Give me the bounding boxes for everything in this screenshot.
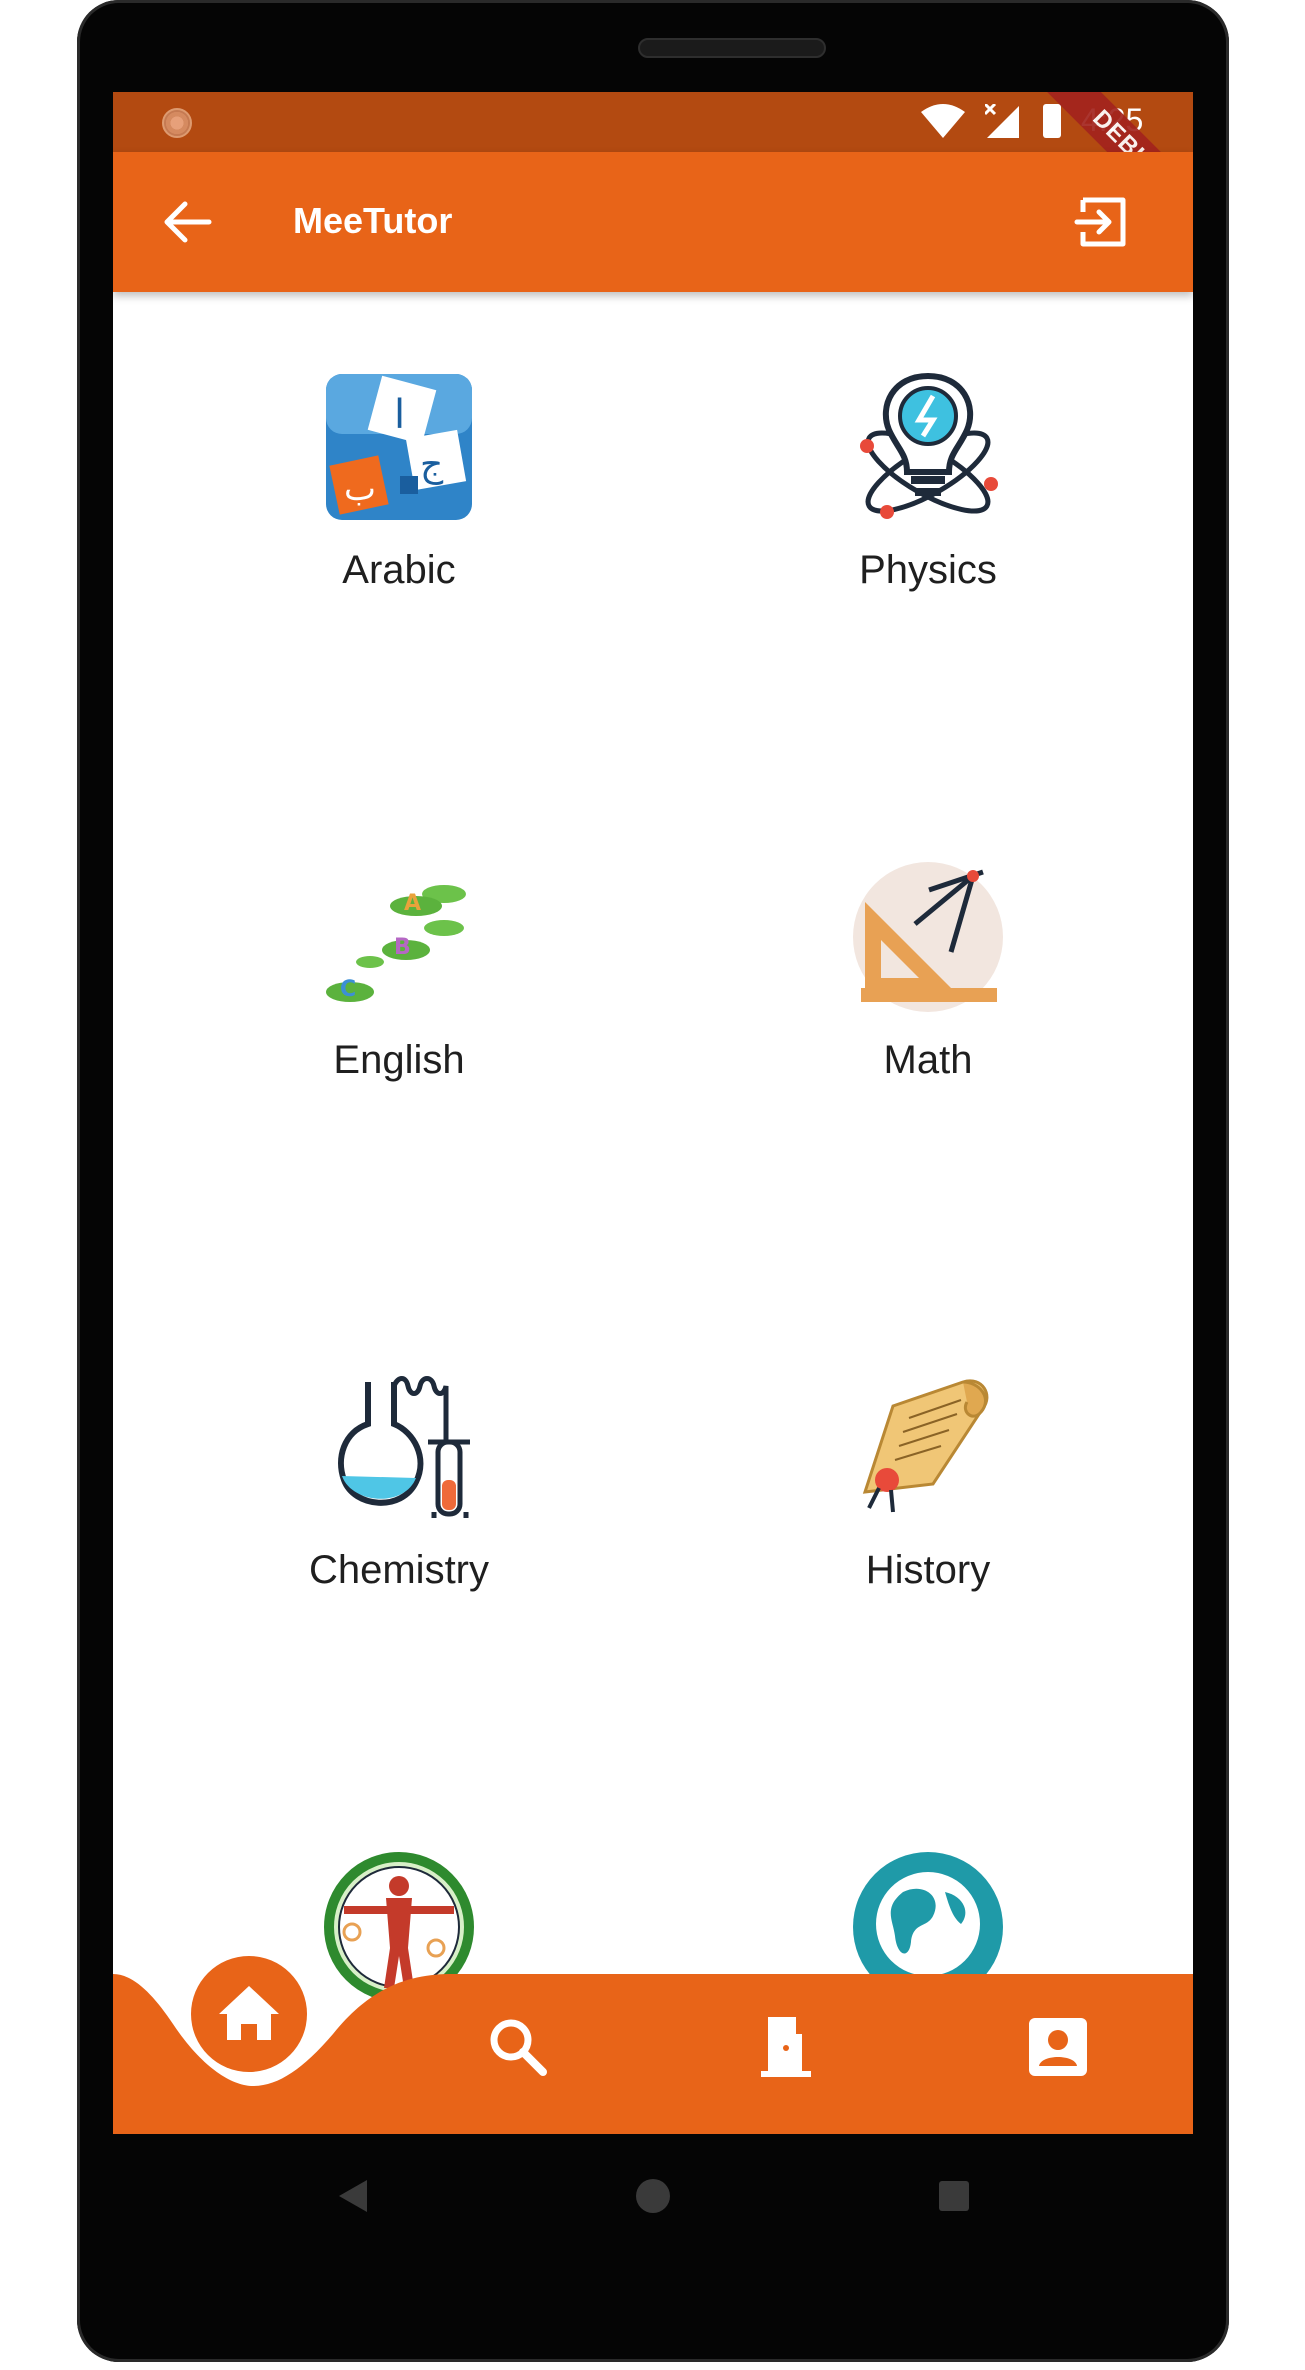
subject-chemistry[interactable]: Chemistry <box>199 1372 599 1593</box>
physics-bulb-icon <box>853 372 1003 522</box>
search-icon[interactable] <box>485 2014 551 2080</box>
recents-square-icon[interactable] <box>936 2178 972 2214</box>
subject-physics[interactable]: Physics <box>728 372 1128 593</box>
subject-label: Math <box>883 1038 973 1082</box>
subject-math[interactable]: Math <box>728 862 1128 1083</box>
subject-label: English <box>333 1038 465 1082</box>
math-tools-icon <box>853 862 1003 1012</box>
home-circle-icon[interactable] <box>633 2176 673 2216</box>
home-icon <box>219 1986 279 2040</box>
door-icon[interactable] <box>753 2014 819 2080</box>
subject-history[interactable]: History <box>728 1372 1128 1593</box>
svg-text:C: C <box>340 977 356 1002</box>
notification-icon <box>162 108 192 138</box>
svg-text:A: A <box>404 891 421 916</box>
app-bar: MeeTutor <box>113 152 1193 292</box>
subject-label: History <box>865 1548 991 1592</box>
phone-speaker <box>638 38 826 58</box>
status-bar: 4:25 DEBUG <box>113 92 1193 239</box>
exit-icon[interactable] <box>1073 194 1133 250</box>
home-button[interactable] <box>191 1956 307 2072</box>
subject-arabic[interactable]: ا ج ب Arabic <box>199 372 599 593</box>
subject-label: Physics <box>859 548 997 592</box>
english-letters-icon: A B C <box>324 882 474 1012</box>
history-scroll-icon <box>853 1372 1003 1522</box>
svg-text:ا: ا <box>394 392 405 438</box>
subject-label: Chemistry <box>308 1548 490 1592</box>
arabic-letters-icon: ا ج ب <box>324 372 474 522</box>
subject-english[interactable]: A B C English <box>199 882 599 1083</box>
battery-icon <box>1043 104 1061 138</box>
svg-text:B: B <box>394 935 411 960</box>
signal-icon <box>985 104 1019 138</box>
chemistry-flask-icon <box>324 1372 474 1522</box>
contact-card-icon[interactable] <box>1025 2014 1091 2080</box>
svg-text:ج: ج <box>420 444 444 485</box>
back-arrow-icon[interactable] <box>157 196 217 248</box>
app-title: MeeTutor <box>293 200 453 241</box>
wifi-icon <box>921 104 965 138</box>
subject-label: Arabic <box>342 548 456 592</box>
back-triangle-icon[interactable] <box>335 2176 371 2216</box>
app-screen: 4:25 DEBUG MeeTutor ا ج <box>113 92 1193 2134</box>
svg-text:ب: ب <box>344 469 376 509</box>
